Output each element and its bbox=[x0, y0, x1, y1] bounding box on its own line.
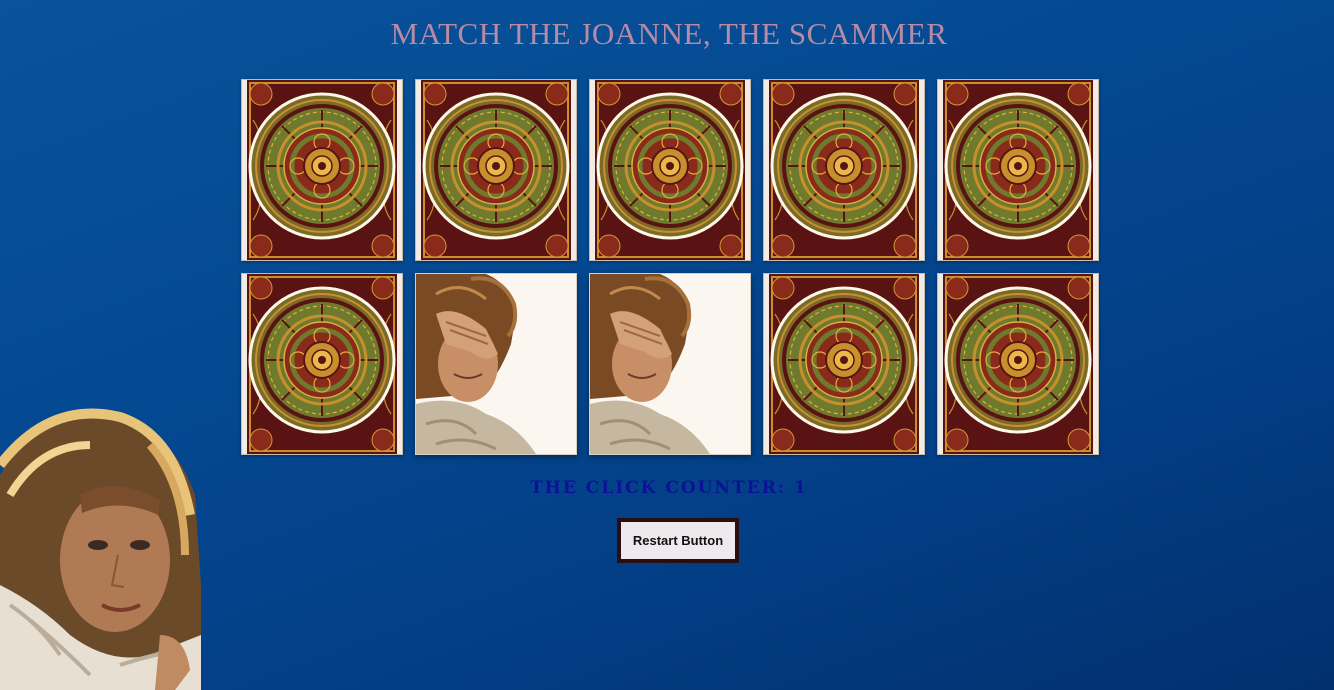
tarot-card-back-icon bbox=[769, 274, 919, 454]
memory-card-9[interactable] bbox=[763, 273, 925, 455]
tarot-card-back-icon bbox=[247, 80, 397, 260]
tarot-card-back-icon bbox=[943, 274, 1093, 454]
card-grid bbox=[241, 79, 1101, 455]
memory-card-1[interactable] bbox=[241, 79, 403, 261]
restart-button[interactable]: Restart Button bbox=[617, 518, 739, 563]
tarot-card-back-icon bbox=[247, 274, 397, 454]
memory-card-6[interactable] bbox=[241, 273, 403, 455]
tarot-card-back-icon bbox=[769, 80, 919, 260]
memory-card-5[interactable] bbox=[937, 79, 1099, 261]
tarot-card-back-icon bbox=[595, 80, 745, 260]
memory-card-3[interactable] bbox=[589, 79, 751, 261]
tarot-card-back-icon bbox=[943, 80, 1093, 260]
tarot-card-back-icon bbox=[421, 80, 571, 260]
memory-card-2[interactable] bbox=[415, 79, 577, 261]
memory-card-7-revealed[interactable] bbox=[415, 273, 577, 455]
man-holding-head-photo bbox=[590, 274, 750, 454]
memory-card-4[interactable] bbox=[763, 79, 925, 261]
man-holding-head-photo bbox=[416, 274, 576, 454]
portrait-image bbox=[0, 408, 201, 690]
page-title: MATCH THE JOANNE, THE SCAMMER bbox=[390, 16, 948, 51]
memory-card-10[interactable] bbox=[937, 273, 1099, 455]
memory-card-8-revealed[interactable] bbox=[589, 273, 751, 455]
